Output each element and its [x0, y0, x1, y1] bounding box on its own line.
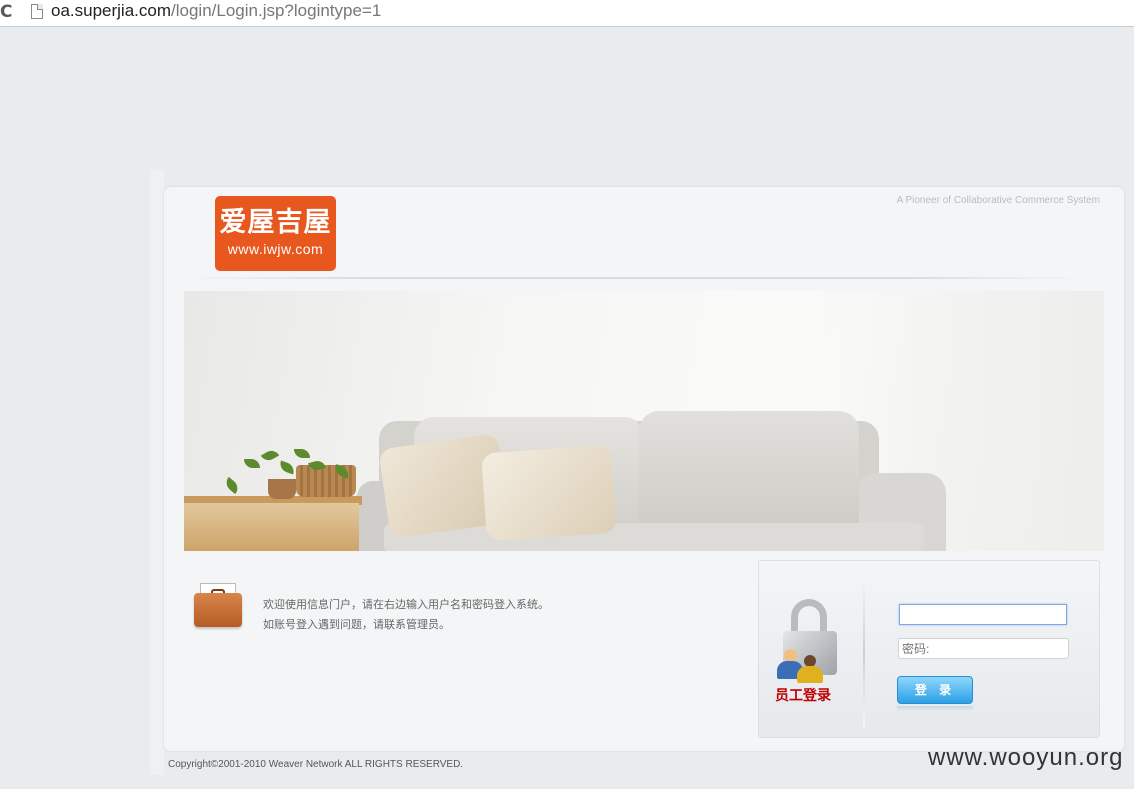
login-panel: 员工登录 登 录 — [758, 560, 1100, 738]
side-table — [184, 503, 359, 551]
login-button[interactable]: 登 录 — [897, 676, 973, 704]
copyright-text: Copyright©2001-2010 Weaver Network ALL R… — [168, 759, 464, 770]
pillow — [481, 444, 617, 542]
brand-logo: 爱屋吉屋 www.iwjw.com — [215, 196, 336, 271]
button-reflection — [897, 706, 973, 711]
password-input[interactable] — [898, 638, 1069, 659]
staff-login-label: 员工登录 — [775, 688, 831, 704]
header-divider — [184, 277, 1084, 279]
logo-text: 爱屋吉屋 — [219, 207, 332, 238]
plant-leaf — [260, 447, 280, 464]
plant-leaf — [222, 476, 242, 495]
reload-icon[interactable]: C — [0, 2, 18, 22]
briefcase-icon — [194, 583, 242, 629]
welcome-message: 欢迎使用信息门户，请在右边输入用户名和密码登入系统。 如账号登入遇到问题，请联系… — [263, 595, 549, 635]
url-field[interactable]: oa.superjia.com/login/Login.jsp?logintyp… — [51, 1, 381, 21]
page-icon — [31, 4, 43, 19]
address-bar: C oa.superjia.com/login/Login.jsp?logint… — [0, 0, 1134, 27]
logo-url: www.iwjw.com — [227, 241, 324, 257]
welcome-line: 欢迎使用信息门户，请在右边输入用户名和密码登入系统。 — [263, 598, 549, 611]
panel-divider — [863, 579, 865, 727]
username-input[interactable] — [899, 604, 1067, 625]
watermark: www.wooyun.org — [928, 744, 1124, 771]
url-path: /login/Login.jsp?logintype=1 — [171, 1, 382, 20]
plant-leaf — [294, 449, 310, 458]
tagline: A Pioneer of Collaborative Commerce Syst… — [896, 195, 1100, 206]
plant-pot — [268, 479, 296, 499]
url-host: oa.superjia.com — [51, 1, 172, 20]
page-shadow — [150, 170, 164, 775]
login-card: 爱屋吉屋 www.iwjw.com A Pioneer of Collabora… — [164, 187, 1124, 751]
plant-leaf — [277, 460, 297, 475]
sofa-cushion — [639, 411, 859, 541]
lock-users-icon — [777, 599, 847, 683]
help-line: 如账号登入遇到问题，请联系管理员。 — [263, 618, 450, 631]
banner-image — [184, 291, 1104, 551]
plant-leaf — [244, 459, 260, 468]
